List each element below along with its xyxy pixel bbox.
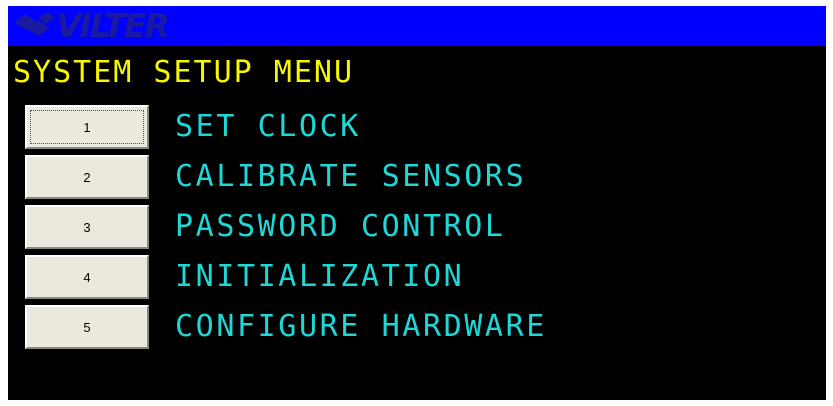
menu-item-initialization: 4 INITIALIZATION bbox=[25, 252, 815, 302]
title-bar: VILTER bbox=[8, 6, 826, 46]
menu-item-label[interactable]: INITIALIZATION bbox=[175, 252, 464, 302]
menu-item-label[interactable]: CONFIGURE HARDWARE bbox=[175, 302, 547, 352]
setup-menu: 1 SET CLOCK 2 CALIBRATE SENSORS 3 PASSWO… bbox=[25, 102, 815, 352]
menu-button-2[interactable]: 2 bbox=[25, 155, 149, 199]
page-title: SYSTEM SETUP MENU bbox=[13, 55, 355, 90]
menu-button-label: 5 bbox=[83, 319, 91, 335]
brand-logo: VILTER bbox=[12, 6, 170, 45]
vilter-logo-icon bbox=[14, 12, 56, 36]
menu-item-label[interactable]: SET CLOCK bbox=[175, 102, 361, 152]
menu-button-1[interactable]: 1 bbox=[25, 105, 149, 149]
menu-button-label: 2 bbox=[83, 169, 91, 185]
menu-item-set-clock: 1 SET CLOCK bbox=[25, 102, 815, 152]
menu-item-label[interactable]: PASSWORD CONTROL bbox=[175, 202, 506, 252]
menu-button-label: 3 bbox=[83, 219, 91, 235]
focus-indicator bbox=[30, 110, 144, 144]
display-panel: VILTER SYSTEM SETUP MENU 1 SET CLOCK 2 C… bbox=[8, 6, 826, 400]
menu-button-5[interactable]: 5 bbox=[25, 305, 149, 349]
menu-button-label: 4 bbox=[83, 269, 91, 285]
menu-item-password-control: 3 PASSWORD CONTROL bbox=[25, 202, 815, 252]
menu-item-label[interactable]: CALIBRATE SENSORS bbox=[175, 152, 526, 202]
brand-logo-text: VILTER bbox=[56, 6, 170, 45]
hmi-screen: VILTER SYSTEM SETUP MENU 1 SET CLOCK 2 C… bbox=[0, 0, 833, 406]
menu-button-4[interactable]: 4 bbox=[25, 255, 149, 299]
menu-button-3[interactable]: 3 bbox=[25, 205, 149, 249]
menu-item-configure-hardware: 5 CONFIGURE HARDWARE bbox=[25, 302, 815, 352]
menu-item-calibrate-sensors: 2 CALIBRATE SENSORS bbox=[25, 152, 815, 202]
